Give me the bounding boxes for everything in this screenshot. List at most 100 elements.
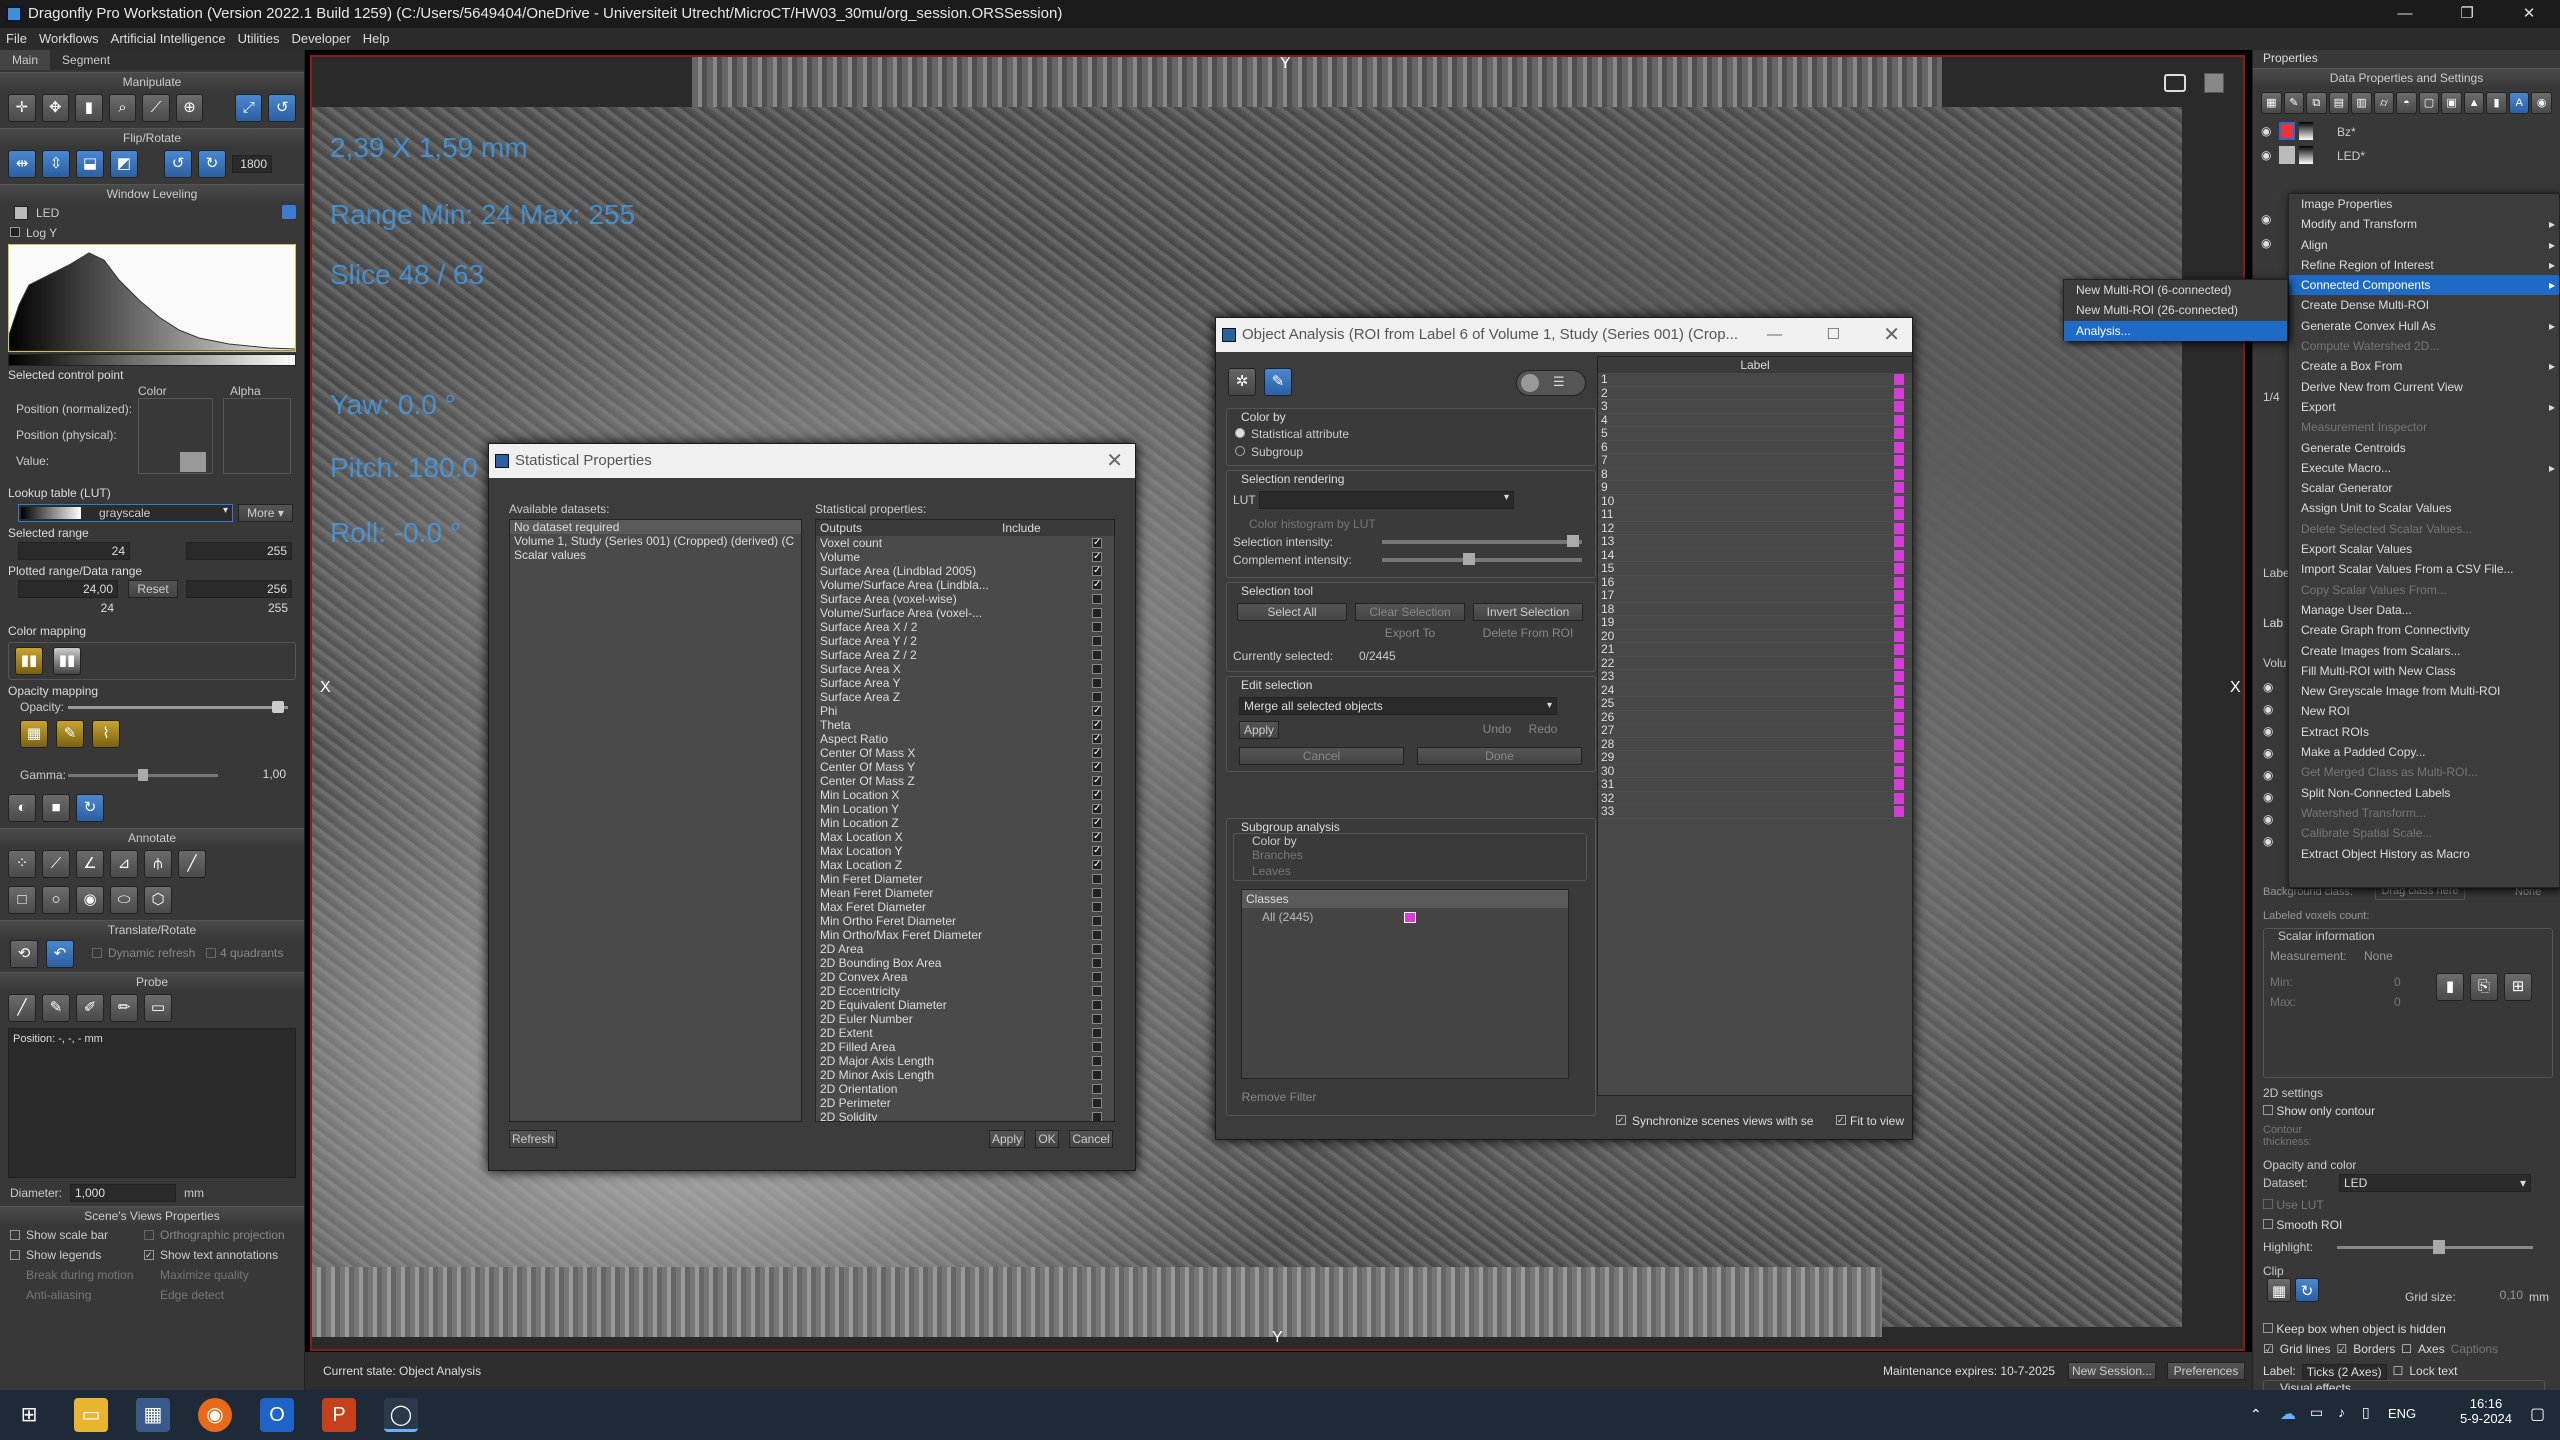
include-checkbox[interactable] <box>1092 732 1102 746</box>
stat-output-row[interactable]: 2D Major Axis Length <box>816 1054 1114 1068</box>
line-icon[interactable]: ╱ <box>178 850 206 878</box>
section-annotate[interactable]: Annotate <box>0 828 304 846</box>
data-props-header[interactable]: Data Properties and Settings <box>2253 68 2560 86</box>
context-menu-item[interactable]: Extract Object History as Macro <box>2289 844 2559 864</box>
include-checkbox[interactable] <box>1092 816 1102 830</box>
dataset-item[interactable]: No dataset required <box>510 520 801 534</box>
grid-lines-checkbox[interactable]: ☑ <box>2263 1342 2274 1356</box>
context-menu-item[interactable]: Refine Region of Interest <box>2289 255 2559 275</box>
firefox-icon[interactable]: ◉ <box>198 1398 232 1432</box>
cylinder-icon[interactable]: ⌭ <box>2373 92 2395 114</box>
label-color-swatch[interactable] <box>1894 657 1904 669</box>
tray-chevron-icon[interactable]: ⌃ <box>2250 1406 2262 1423</box>
label-row[interactable]: 28 <box>1598 737 1912 751</box>
stat-output-row[interactable]: Voxel count <box>816 536 1114 550</box>
stat-output-row[interactable]: Surface Area X <box>816 662 1114 676</box>
circle-icon[interactable]: ○ <box>42 886 70 914</box>
refresh-icon[interactable]: ↻ <box>76 794 104 822</box>
stack-icon[interactable]: ▥ <box>2351 92 2372 114</box>
label-color-swatch[interactable] <box>1894 698 1904 709</box>
export-to-button[interactable]: Export To <box>1355 625 1465 643</box>
stat-output-row[interactable]: Min Ortho Feret Diameter <box>816 914 1114 928</box>
include-checkbox[interactable] <box>1092 902 1102 912</box>
include-checkbox[interactable] <box>1092 608 1102 618</box>
color-hist-label[interactable]: Color histogram by LUT <box>1249 517 1376 531</box>
dataset-toggle-icon[interactable] <box>282 205 296 219</box>
selected-range-header[interactable]: Selected range <box>0 524 304 542</box>
context-menu-item[interactable]: Modify and Transform <box>2289 214 2559 234</box>
stat-output-row[interactable]: Volume/Surface Area (Lindbla... <box>816 578 1114 592</box>
probe-line-icon[interactable]: ╱ <box>8 994 36 1022</box>
include-checkbox[interactable] <box>1092 536 1102 550</box>
label-color-swatch[interactable] <box>1894 806 1904 817</box>
merge-select[interactable]: Merge all selected objects ▾ <box>1239 697 1557 715</box>
stat-close-button[interactable]: ✕ <box>1106 444 1123 478</box>
context-menu-item[interactable]: Extract ROIs <box>2289 722 2559 742</box>
stat-output-row[interactable]: Min Location X <box>816 788 1114 802</box>
gamma-value[interactable]: 1,00 <box>228 766 290 784</box>
menu-utilities[interactable]: Utilities <box>238 28 280 50</box>
add-scalar-icon[interactable]: ⊞ <box>2504 973 2532 1001</box>
label-color-swatch[interactable] <box>1894 671 1904 682</box>
include-checkbox[interactable] <box>1092 1070 1102 1080</box>
clip-header[interactable]: Clip <box>2263 1264 2284 1278</box>
context-menu-item[interactable]: Make a Padded Copy... <box>2289 742 2559 762</box>
edit-sel-header[interactable]: Edit selection <box>1227 677 1595 693</box>
stat-output-row[interactable]: 2D Euler Number <box>816 1012 1114 1026</box>
stat-output-row[interactable]: 2D Bounding Box Area <box>816 956 1114 970</box>
include-checkbox[interactable] <box>1092 972 1102 982</box>
context-menu-item[interactable]: Assign Unit to Scalar Values <box>2289 498 2559 518</box>
pan-icon[interactable]: ✥ <box>41 94 70 122</box>
smooth-roi-checkbox[interactable] <box>2263 1219 2273 1229</box>
gamma-slider-handle[interactable] <box>138 769 148 781</box>
tab-main[interactable]: Main <box>0 50 51 70</box>
stat-output-row[interactable]: Max Location Z <box>816 858 1114 872</box>
polygon-icon[interactable]: ⬡ <box>144 886 172 914</box>
stat-output-row[interactable]: 2D Orientation <box>816 1082 1114 1096</box>
battery-icon[interactable]: ▯ <box>2362 1404 2370 1421</box>
context-menu-item[interactable]: New ROI <box>2289 701 2559 721</box>
rotate3d-icon[interactable]: ⊕ <box>175 94 204 122</box>
color-swatch[interactable] <box>180 452 206 472</box>
measurement-value[interactable]: None <box>2364 949 2393 963</box>
done-button[interactable]: Done <box>1417 747 1582 765</box>
ruler-icon[interactable]: ⟋ <box>42 850 70 878</box>
outlook-icon[interactable]: O <box>260 1398 294 1432</box>
submenu-item[interactable]: New Multi-ROI (6-connected) <box>2064 280 2287 300</box>
label-color-swatch[interactable] <box>1894 752 1904 763</box>
context-menu-item[interactable]: Measurement Inspector <box>2289 417 2559 437</box>
obj-close-button[interactable]: ✕ <box>1883 318 1900 352</box>
include-checkbox[interactable] <box>1092 1028 1102 1038</box>
preferences-button[interactable]: Preferences <box>2167 1362 2245 1380</box>
opacity-mapping-header[interactable]: Opacity mapping <box>0 682 304 700</box>
use-lut-checkbox[interactable] <box>2263 1199 2273 1209</box>
ellipse-icon[interactable]: ⬭ <box>110 886 138 914</box>
stat-output-row[interactable]: Surface Area Y / 2 <box>816 634 1114 648</box>
probe-box-icon[interactable]: ▭ <box>144 994 172 1022</box>
submenu-item[interactable]: New Multi-ROI (26-connected) <box>2064 300 2287 320</box>
diameter-field[interactable]: 1,000 <box>70 1184 176 1202</box>
stat-output-row[interactable]: 2D Extent <box>816 1026 1114 1040</box>
scalar-info-header[interactable]: Scalar information <box>2264 929 2552 943</box>
new-session-button[interactable]: New Session... <box>2068 1362 2156 1380</box>
delete-from-roi-button[interactable]: Delete From ROI <box>1473 625 1583 643</box>
include-checkbox[interactable] <box>1092 1056 1102 1066</box>
borders-checkbox[interactable]: ☑ <box>2336 1342 2347 1356</box>
lut-dropdown[interactable]: grayscale ▾ <box>18 504 233 522</box>
stat-output-row[interactable]: Volume <box>816 550 1114 564</box>
label-row[interactable]: 5 <box>1598 427 1912 441</box>
label-color-swatch[interactable] <box>1894 617 1904 628</box>
protractor-icon[interactable]: ⊿ <box>110 850 138 878</box>
sel-tool-header[interactable]: Selection tool <box>1227 583 1595 599</box>
sel-min-field[interactable]: 24 <box>18 542 130 560</box>
edit-cancel-button[interactable]: Cancel <box>1239 747 1404 765</box>
only-contour-checkbox[interactable] <box>2263 1105 2273 1115</box>
label-color-swatch[interactable] <box>1894 374 1904 385</box>
stat-output-row[interactable]: 2D Convex Area <box>816 970 1114 984</box>
stat-output-row[interactable]: 2D Filled Area <box>816 1040 1114 1054</box>
include-checkbox[interactable] <box>1092 944 1102 954</box>
edit-icon[interactable]: ✎ <box>2283 92 2305 114</box>
label-color-swatch[interactable] <box>1894 630 1904 642</box>
label-color-swatch[interactable] <box>1894 792 1904 804</box>
text-annotations-checkbox[interactable]: ✓ <box>144 1250 154 1260</box>
